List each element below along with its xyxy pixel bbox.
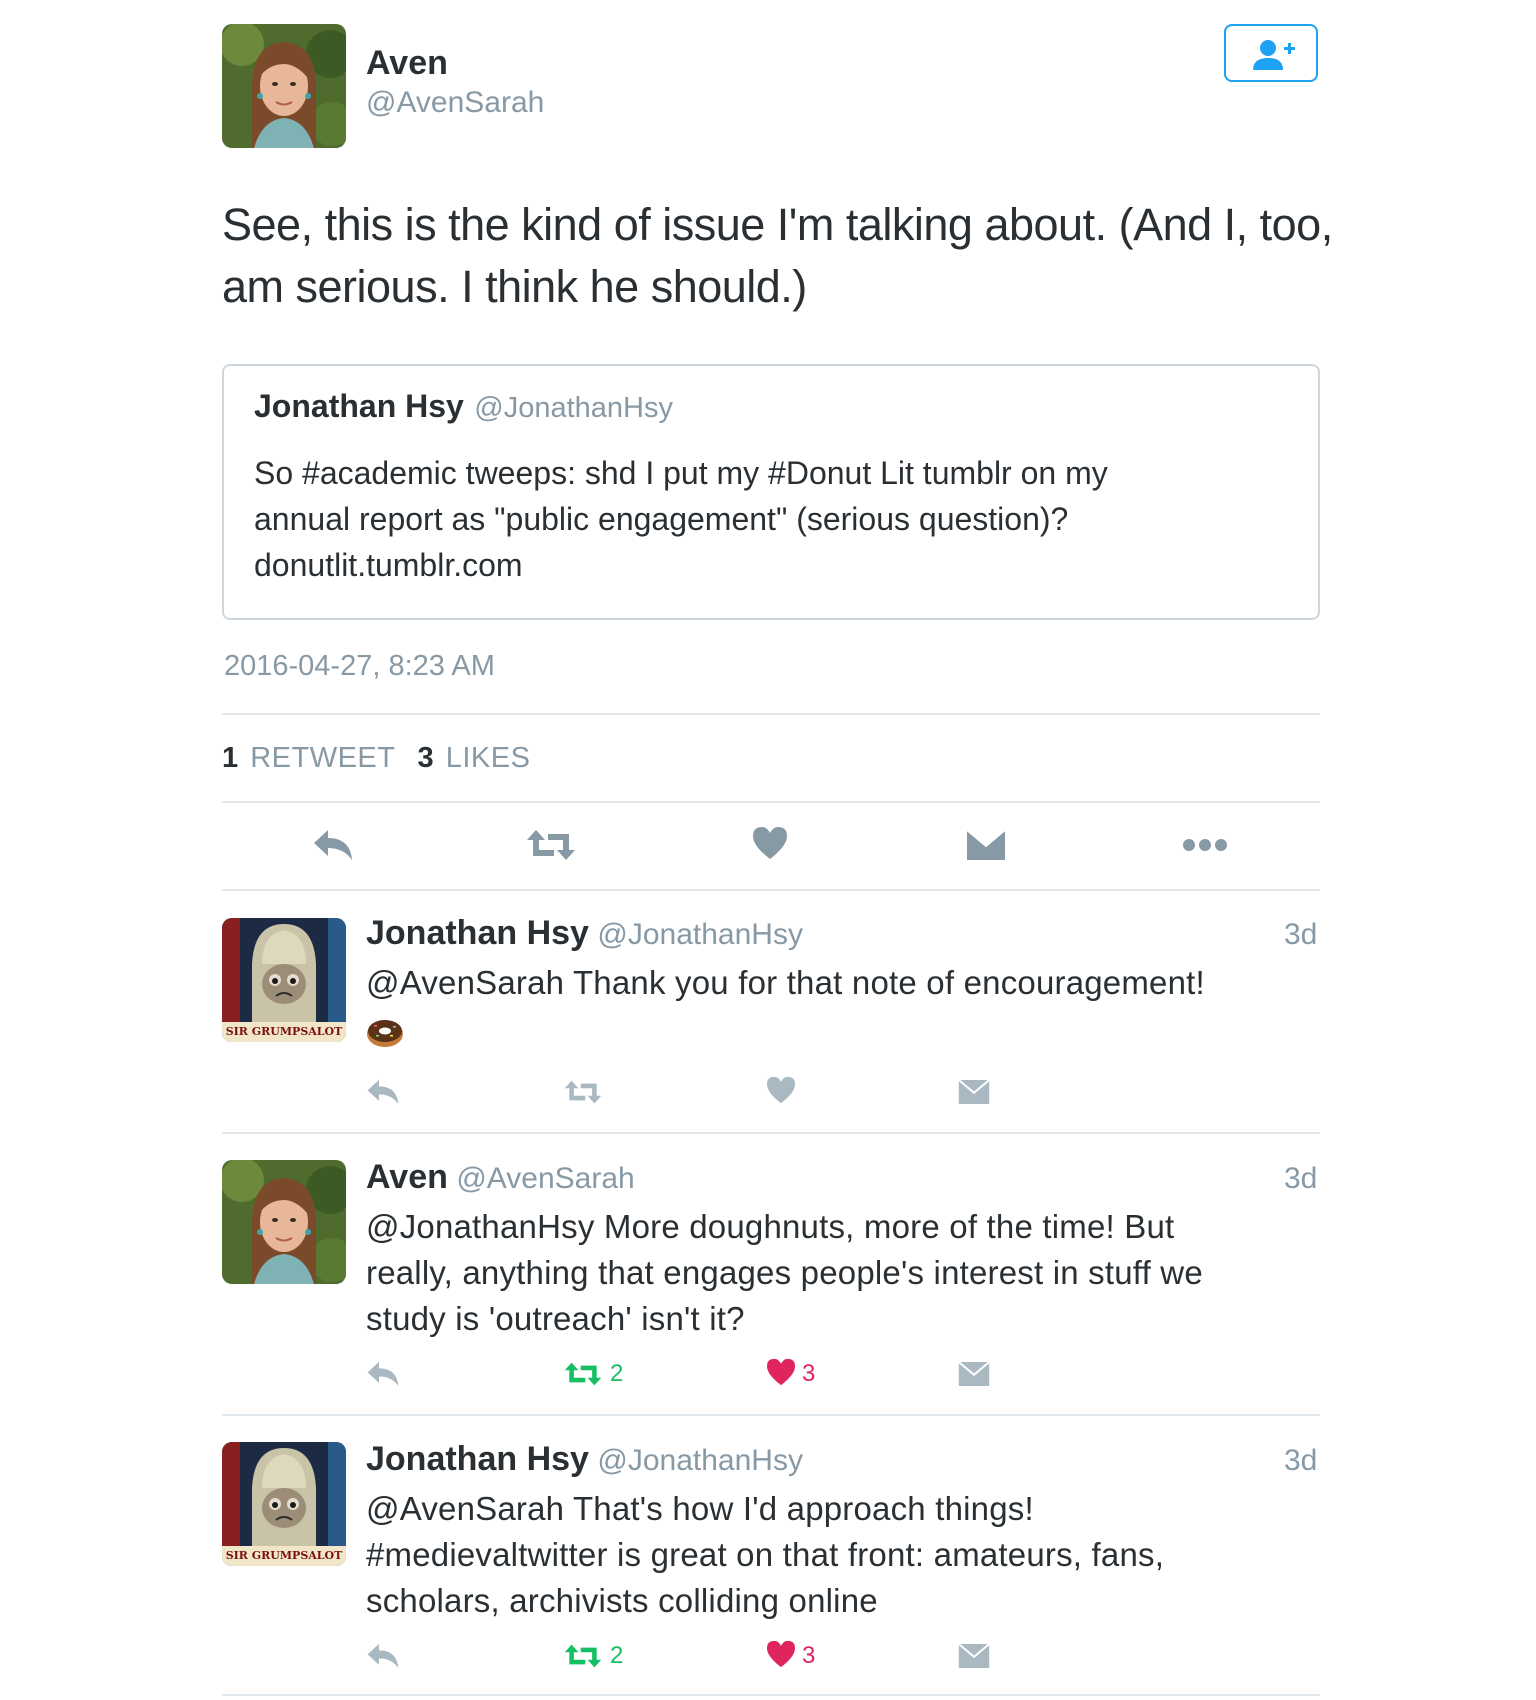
reply-text-line: @AvenSarah That's how I'd approach thing… bbox=[366, 1490, 1034, 1527]
aven-avatar[interactable] bbox=[222, 24, 346, 148]
message-icon[interactable] bbox=[966, 828, 1006, 862]
reply-like-count: 3 bbox=[802, 1360, 816, 1387]
avatar-caption: SIR GRUMPSALOT bbox=[225, 1025, 343, 1038]
reply-text-line: @AvenSarah Thank you for that note of en… bbox=[366, 964, 1205, 1001]
aven-avatar-image bbox=[222, 24, 346, 148]
reply-text: @JonathanHsy More doughnuts, more of the… bbox=[366, 1204, 1203, 1342]
divider bbox=[222, 889, 1320, 891]
reply-text-line: study is 'outreach' isn't it? bbox=[366, 1300, 745, 1337]
donut-emoji-icon bbox=[366, 1016, 404, 1048]
retweet-icon-active[interactable] bbox=[564, 1360, 602, 1388]
quoted-tweet-card[interactable]: Jonathan Hsy @JonathanHsy So #academic t… bbox=[222, 364, 1320, 620]
reply-author-name[interactable]: Jonathan Hsy bbox=[366, 1440, 589, 1478]
more-options-icon[interactable] bbox=[1182, 838, 1228, 852]
like-icon[interactable] bbox=[752, 826, 788, 860]
reply-like-count: 3 bbox=[802, 1642, 816, 1669]
aven-avatar-image bbox=[222, 1160, 346, 1284]
aven-avatar[interactable] bbox=[222, 1160, 346, 1284]
reply-retweet-count: 2 bbox=[610, 1360, 624, 1387]
divider bbox=[222, 713, 1320, 715]
reply-time: 3d bbox=[1284, 918, 1318, 951]
reply-author-handle[interactable]: @JonathanHsy bbox=[597, 918, 803, 951]
reply-author-handle[interactable]: @JonathanHsy bbox=[597, 1444, 803, 1477]
divider bbox=[222, 801, 1320, 803]
quoted-text-link[interactable]: donutlit.tumblr.com bbox=[254, 542, 1108, 588]
retweet-label: RETWEET bbox=[250, 742, 396, 774]
like-count: 3 bbox=[417, 742, 434, 774]
quoted-tweet-text: So #academic tweeps: shd I put my #Donut… bbox=[254, 450, 1108, 588]
reply-text: @AvenSarah Thank you for that note of en… bbox=[366, 960, 1205, 1006]
like-icon-active[interactable] bbox=[766, 1640, 796, 1668]
quoted-text-line: So #academic tweeps: shd I put my #Donut… bbox=[254, 455, 1108, 491]
reply-text-line: really, anything that engages people's i… bbox=[366, 1254, 1203, 1291]
retweet-stat[interactable]: 1 RETWEET bbox=[222, 742, 404, 774]
retweet-count: 1 bbox=[222, 742, 239, 774]
main-tweet-text-line: am serious. I think he should.) bbox=[222, 261, 807, 312]
main-author-handle[interactable]: @AvenSarah bbox=[366, 86, 544, 120]
like-icon-active[interactable] bbox=[766, 1358, 796, 1386]
like-label: LIKES bbox=[445, 742, 531, 774]
quoted-tweet-header: Jonathan Hsy @JonathanHsy bbox=[254, 388, 673, 425]
main-tweet-text: See, this is the kind of issue I'm talki… bbox=[222, 194, 1333, 318]
avatar-caption: SIR GRUMPSALOT bbox=[225, 1549, 343, 1562]
reply-header: Jonathan Hsy @JonathanHsy bbox=[366, 914, 803, 953]
reply-time: 3d bbox=[1284, 1162, 1318, 1195]
add-user-icon bbox=[1253, 40, 1295, 70]
main-author-name[interactable]: Aven bbox=[366, 44, 448, 83]
reply-icon[interactable] bbox=[366, 1642, 400, 1670]
likes-stat[interactable]: 3 LIKES bbox=[418, 742, 531, 774]
divider bbox=[222, 1132, 1320, 1134]
reply-icon[interactable] bbox=[366, 1078, 400, 1106]
jonathan-avatar[interactable]: SIR GRUMPSALOT bbox=[222, 918, 346, 1042]
quoted-author-handle: @JonathanHsy bbox=[474, 392, 673, 424]
message-icon[interactable] bbox=[958, 1360, 990, 1388]
reply-text-line: #medievaltwitter is great on that front:… bbox=[366, 1536, 1165, 1573]
follow-button[interactable] bbox=[1224, 24, 1318, 82]
reply-time: 3d bbox=[1284, 1444, 1318, 1477]
retweet-icon[interactable] bbox=[564, 1078, 602, 1106]
quoted-text-line: annual report as "public engagement" (se… bbox=[254, 501, 1069, 537]
divider bbox=[222, 1414, 1320, 1416]
main-tweet-text-line: See, this is the kind of issue I'm talki… bbox=[222, 199, 1333, 250]
reply-author-name[interactable]: Aven bbox=[366, 1158, 448, 1196]
reply-text-line: @JonathanHsy More doughnuts, more of the… bbox=[366, 1208, 1175, 1245]
tweet-stats: 1 RETWEET 3 LIKES bbox=[222, 742, 530, 775]
like-icon[interactable] bbox=[766, 1076, 796, 1104]
reply-header: Aven @AvenSarah bbox=[366, 1158, 635, 1197]
retweet-icon[interactable] bbox=[526, 828, 576, 862]
reply-text-line: scholars, archivists colliding online bbox=[366, 1582, 878, 1619]
reply-retweet-count: 2 bbox=[610, 1642, 624, 1669]
tweet-timestamp: 2016-04-27, 8:23 AM bbox=[224, 650, 495, 682]
reply-author-name[interactable]: Jonathan Hsy bbox=[366, 914, 589, 952]
retweet-icon-active[interactable] bbox=[564, 1642, 602, 1670]
reply-header: Jonathan Hsy @JonathanHsy bbox=[366, 1440, 803, 1479]
quoted-author-name: Jonathan Hsy bbox=[254, 388, 464, 424]
message-icon[interactable] bbox=[958, 1642, 990, 1670]
reply-text: @AvenSarah That's how I'd approach thing… bbox=[366, 1486, 1164, 1624]
reply-icon[interactable] bbox=[366, 1360, 400, 1388]
jonathan-avatar[interactable]: SIR GRUMPSALOT bbox=[222, 1442, 346, 1566]
reply-author-handle[interactable]: @AvenSarah bbox=[456, 1162, 634, 1195]
message-icon[interactable] bbox=[958, 1078, 990, 1106]
reply-icon[interactable] bbox=[312, 828, 354, 862]
divider bbox=[222, 1694, 1320, 1696]
